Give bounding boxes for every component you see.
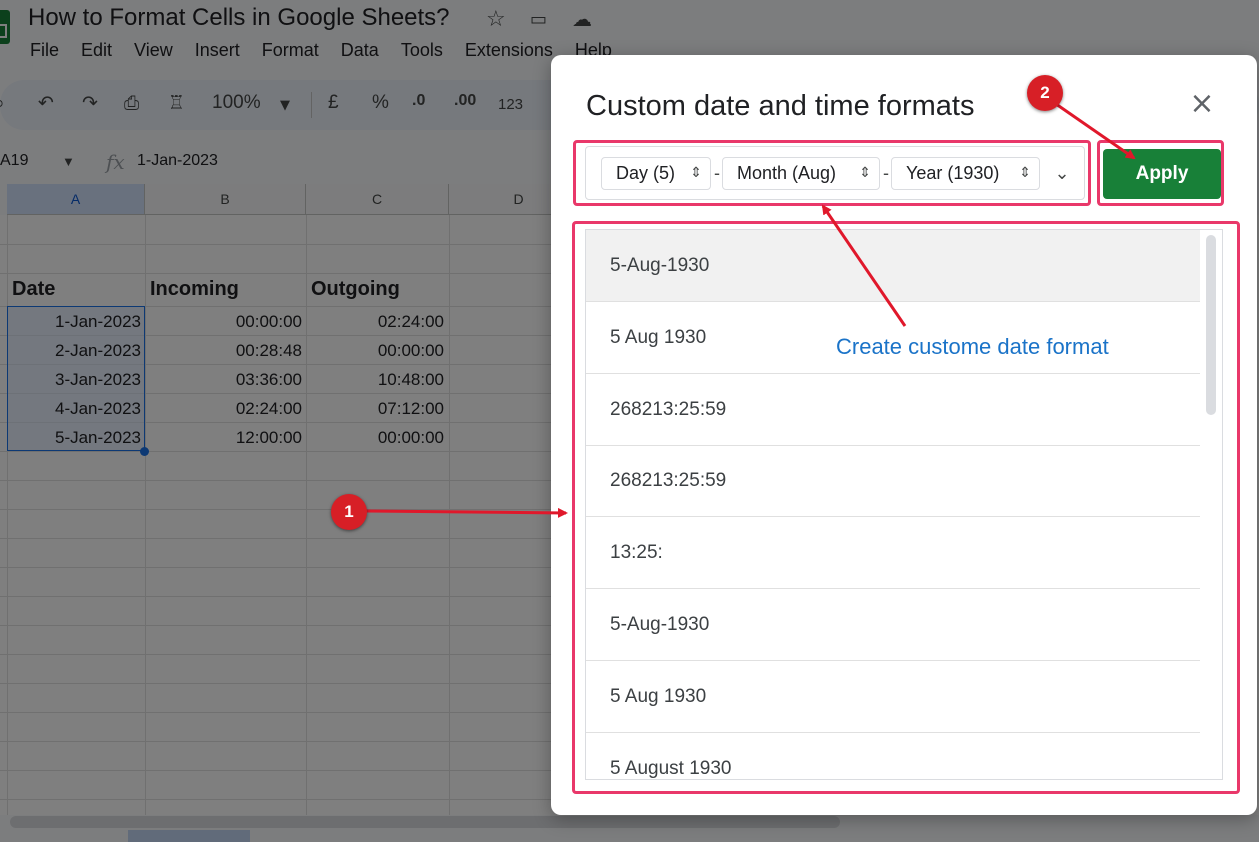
annotation-note: Create custome date format bbox=[836, 334, 1109, 359]
annotation-badge-2: 2 bbox=[1027, 75, 1063, 111]
format-builder-highlight bbox=[573, 140, 1091, 206]
close-icon[interactable]: × bbox=[1186, 88, 1218, 120]
apply-highlight bbox=[1097, 140, 1224, 206]
list-highlight bbox=[572, 221, 1240, 794]
annotation-badge-1: 1 bbox=[331, 494, 367, 530]
dialog-title: Custom date and time formats bbox=[586, 90, 975, 122]
